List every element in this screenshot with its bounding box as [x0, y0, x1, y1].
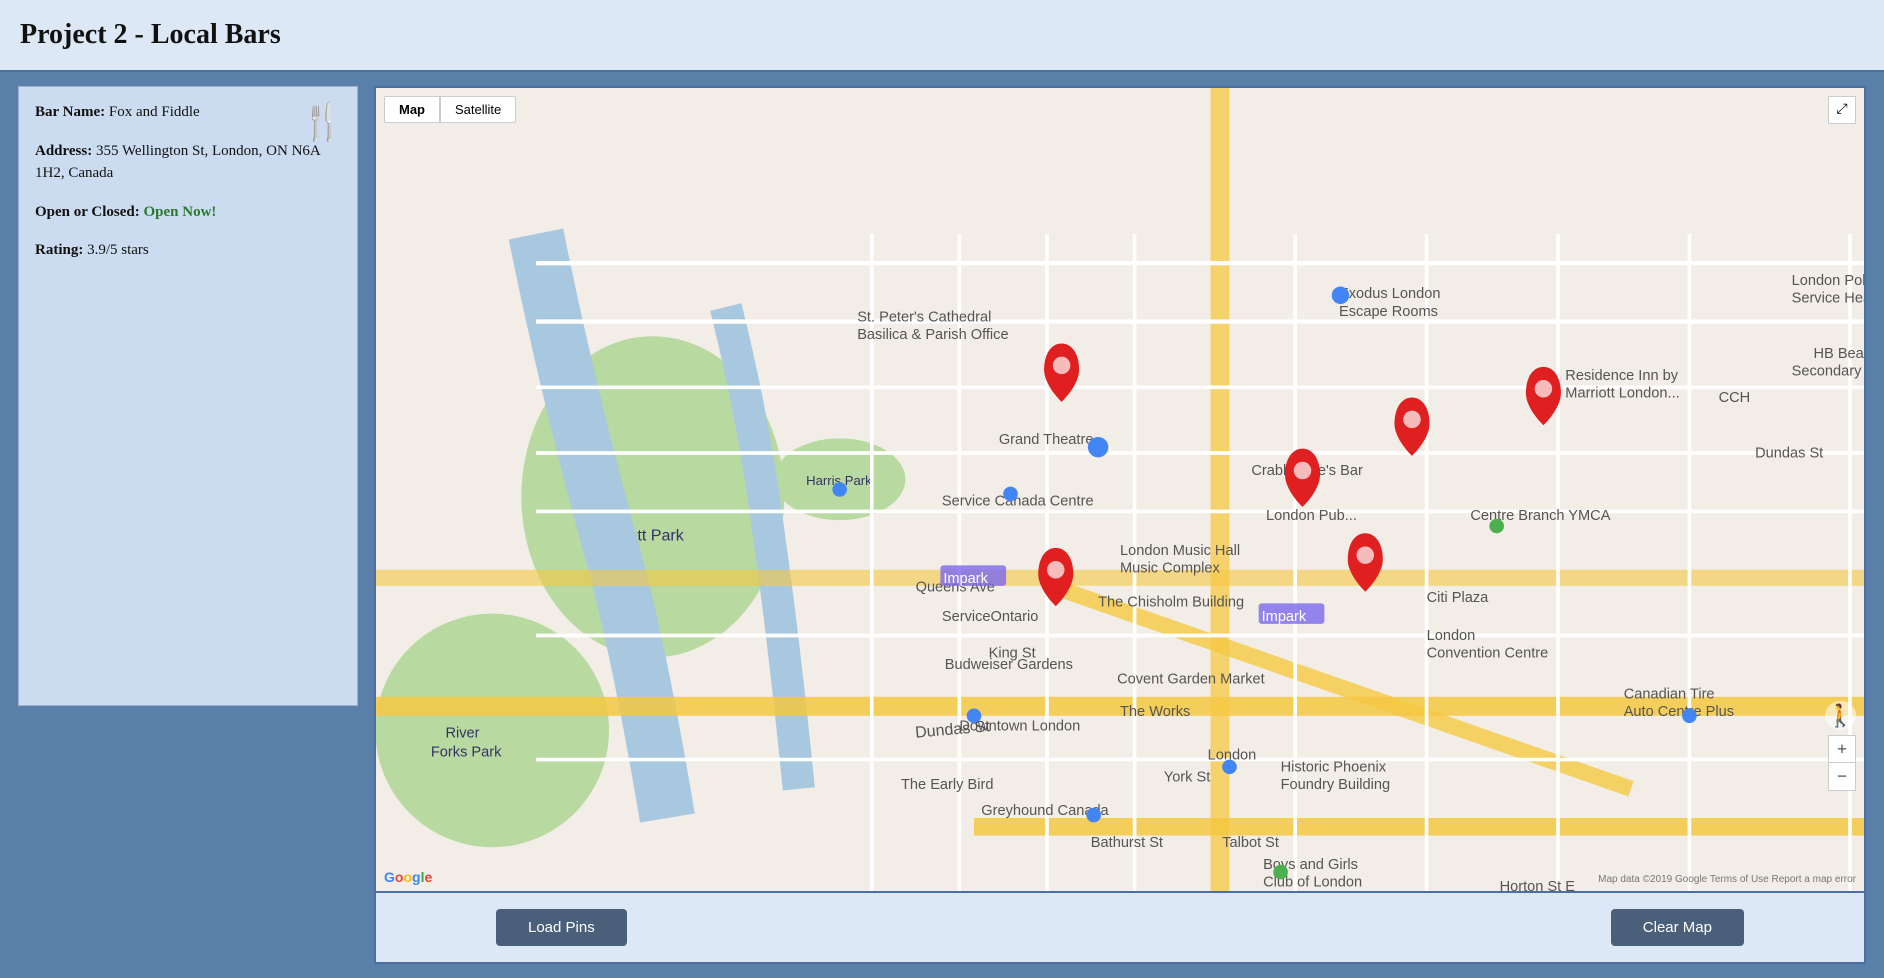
map-section: Map Satellite ⤢ 🚶 + − Google Map data ©2…	[374, 86, 1866, 964]
map-attribution: Map data ©2019 Google Terms of Use Repor…	[1598, 874, 1856, 885]
map-logo: Google	[384, 869, 432, 885]
zoom-in-button[interactable]: +	[1828, 735, 1856, 763]
status-value: Open Now!	[143, 204, 216, 220]
svg-text:Bathurst St: Bathurst St	[1091, 835, 1163, 851]
svg-text:Covent Garden Market: Covent Garden Market	[1117, 672, 1265, 688]
svg-text:Talbot St: Talbot St	[1222, 835, 1279, 851]
clear-map-button[interactable]: Clear Map	[1611, 909, 1744, 946]
svg-text:Escape Rooms: Escape Rooms	[1339, 304, 1438, 320]
svg-text:Exodus London: Exodus London	[1339, 286, 1440, 302]
svg-text:Impark: Impark	[1262, 609, 1307, 625]
svg-text:King St: King St	[989, 645, 1036, 661]
svg-text:Secondary School: Secondary School	[1792, 364, 1864, 380]
button-bar-inner: Load Pins Clear Map	[376, 909, 1864, 946]
rating-row: Rating: 3.9/5 stars	[35, 239, 341, 262]
bar-name-value: Fox and Fiddle	[109, 104, 200, 120]
button-bar: Load Pins Clear Map	[376, 891, 1864, 962]
svg-text:Marriott London...: Marriott London...	[1565, 386, 1679, 402]
info-panel: 🍴 Bar Name: Fox and Fiddle Address: 355 …	[18, 86, 358, 706]
rating-label: Rating:	[35, 242, 83, 258]
svg-text:St. Peter's Cathedral: St. Peter's Cathedral	[857, 310, 991, 326]
svg-text:Foundry Building: Foundry Building	[1281, 777, 1391, 793]
svg-text:Impark: Impark	[943, 571, 988, 587]
svg-text:London Music Hall: London Music Hall	[1120, 543, 1240, 559]
svg-text:Auto Centre Plus: Auto Centre Plus	[1624, 704, 1734, 720]
svg-text:Service Canada Centre: Service Canada Centre	[942, 494, 1094, 510]
map-container[interactable]: Map Satellite ⤢ 🚶 + − Google Map data ©2…	[376, 88, 1864, 891]
fullscreen-icon: ⤢	[1836, 102, 1847, 118]
svg-text:Forks Park: Forks Park	[431, 745, 502, 761]
svg-text:York St: York St	[1164, 770, 1211, 786]
svg-text:Convention Centre: Convention Centre	[1427, 645, 1549, 661]
map-fullscreen-button[interactable]: ⤢	[1828, 96, 1856, 124]
svg-text:Residence Inn by: Residence Inn by	[1565, 368, 1678, 384]
svg-text:Basilica & Parish Office: Basilica & Parish Office	[857, 327, 1008, 343]
map-tab-satellite[interactable]: Satellite	[440, 96, 516, 123]
rating-value: 3.9/5 stars	[87, 242, 149, 258]
main-content: 🍴 Bar Name: Fox and Fiddle Address: 355 …	[0, 72, 1884, 978]
app-title: Project 2 - Local Bars	[20, 19, 281, 51]
status-row: Open or Closed: Open Now!	[35, 201, 341, 224]
map-tab-map[interactable]: Map	[384, 96, 440, 123]
svg-text:London Police: London Police	[1792, 273, 1864, 289]
svg-text:Canadian Tire: Canadian Tire	[1624, 686, 1715, 702]
svg-text:i: i	[1108, 443, 1111, 456]
zoom-out-button[interactable]: −	[1828, 763, 1856, 791]
svg-text:The Chisholm Building: The Chisholm Building	[1098, 594, 1244, 610]
status-label: Open or Closed:	[35, 204, 140, 220]
svg-text:London: London	[1427, 628, 1476, 644]
bar-name-row: Bar Name: Fox and Fiddle	[35, 101, 341, 124]
svg-text:CCH: CCH	[1719, 390, 1751, 406]
map-controls-bar: Map Satellite	[384, 96, 516, 123]
svg-text:Dundas St: Dundas St	[1755, 445, 1823, 461]
address-label: Address:	[35, 143, 92, 159]
svg-text:London Pub...: London Pub...	[1266, 508, 1357, 524]
svg-text:HB Beal: HB Beal	[1814, 346, 1865, 362]
address-row: Address: 355 Wellington St, London, ON N…	[35, 140, 341, 185]
svg-text:The Early Bird: The Early Bird	[901, 777, 993, 793]
app-header: Project 2 - Local Bars	[0, 0, 1884, 72]
streetview-icon[interactable]: 🚶	[1825, 699, 1856, 731]
svg-text:Historic Phoenix: Historic Phoenix	[1281, 759, 1387, 775]
map-zoom-controls: + −	[1828, 735, 1856, 791]
bar-icon: 🍴	[300, 101, 341, 143]
svg-text:Citi Plaza: Citi Plaza	[1427, 590, 1490, 606]
bar-name-label: Bar Name:	[35, 104, 105, 120]
svg-text:ServiceOntario: ServiceOntario	[942, 609, 1039, 625]
svg-text:Grand Theatre: Grand Theatre	[999, 432, 1094, 448]
svg-text:Service Headquarters: Service Headquarters	[1792, 291, 1864, 307]
load-pins-button[interactable]: Load Pins	[496, 909, 627, 946]
svg-text:The Works: The Works	[1120, 704, 1190, 720]
svg-text:Horton St E: Horton St E	[1500, 879, 1576, 891]
svg-text:River: River	[445, 726, 479, 742]
svg-text:Music Complex: Music Complex	[1120, 561, 1220, 577]
